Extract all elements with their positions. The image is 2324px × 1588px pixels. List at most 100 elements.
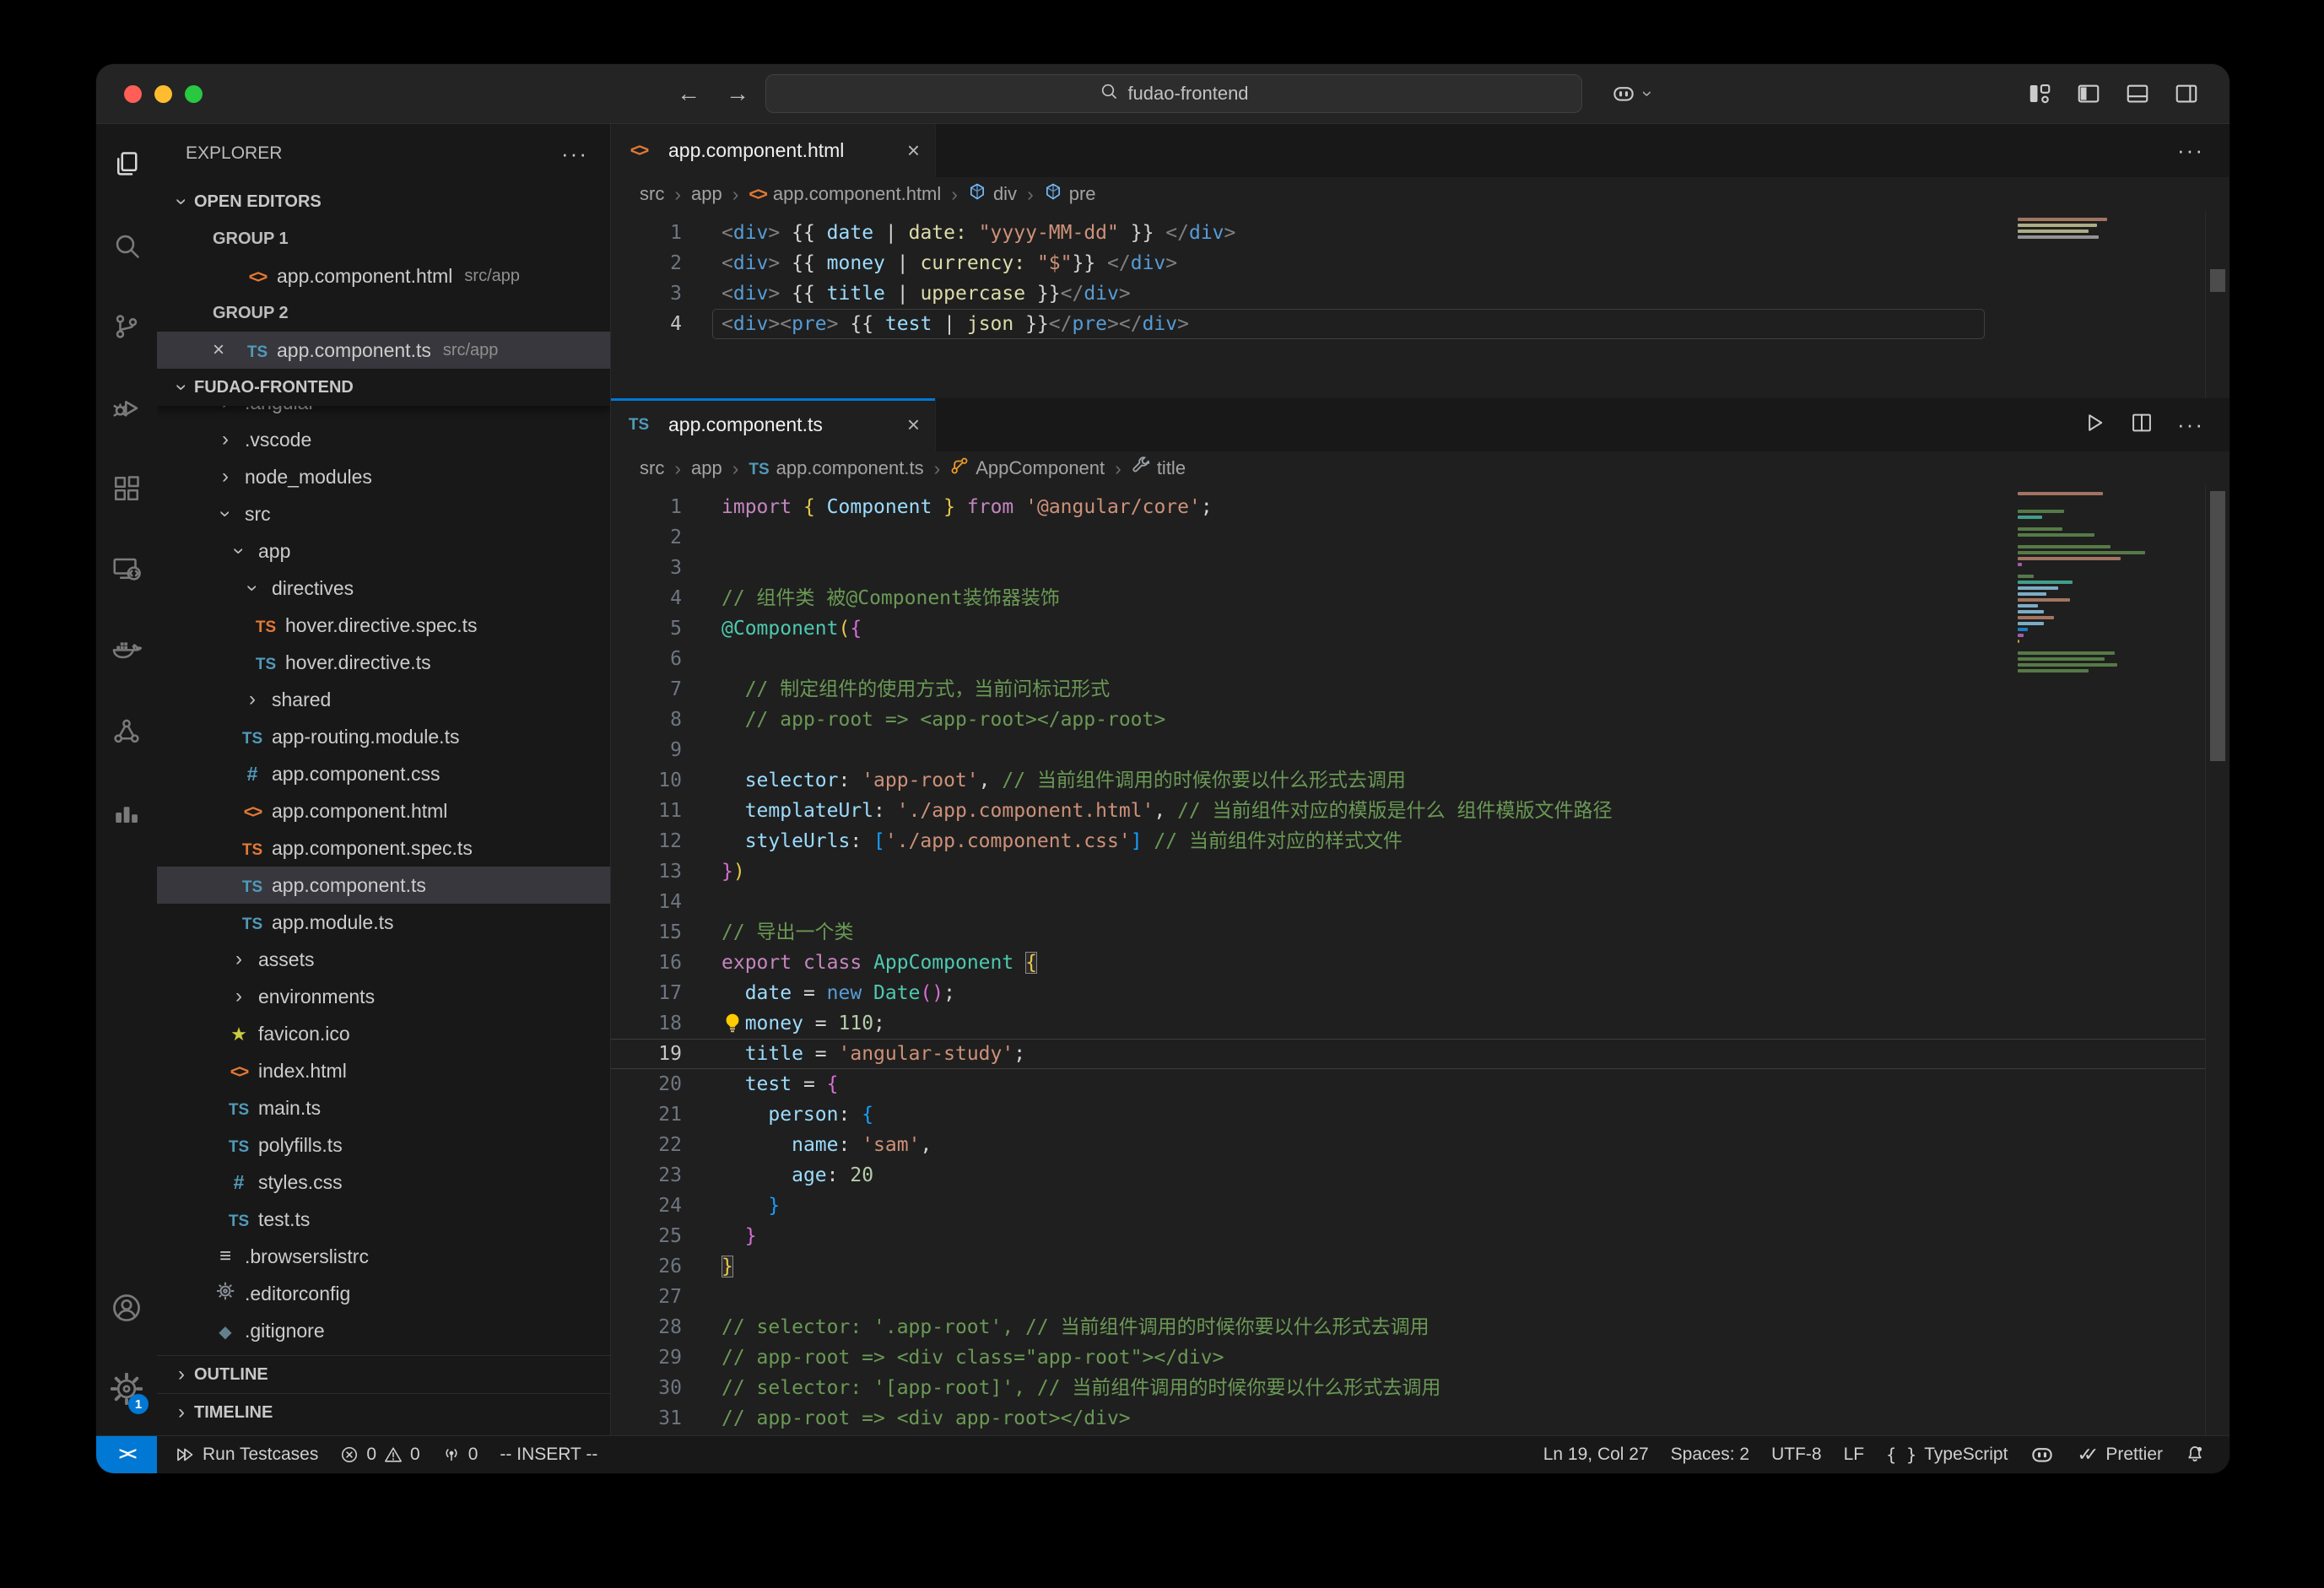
docker-icon[interactable]	[96, 610, 157, 691]
code-line-27[interactable]: 27	[611, 1282, 2229, 1312]
breadcrumb-item[interactable]: app	[691, 457, 722, 479]
tree-item-hover-directive-spec-ts[interactable]: TShover.directive.spec.ts	[157, 607, 610, 644]
tree-item-gitignore[interactable]: ◆.gitignore	[157, 1312, 610, 1349]
code-line-1[interactable]: 1<div> {{ date | date: "yyyy-MM-dd" }} <…	[611, 218, 2229, 248]
run-file-icon[interactable]	[2083, 411, 2106, 439]
code-line-19[interactable]: 19 title = 'angular-study';	[611, 1039, 2229, 1069]
customize-layout-icon[interactable]	[2027, 81, 2052, 106]
network-icon[interactable]	[96, 691, 157, 772]
breadcrumb-item[interactable]: TSapp.component.ts	[749, 457, 923, 479]
code-line-29[interactable]: 29// app-root => <div class="app-root"><…	[611, 1342, 2229, 1373]
code-line-13[interactable]: 13})	[611, 856, 2229, 887]
toggle-secondary-sidebar-icon[interactable]	[2174, 81, 2199, 106]
status-formatter[interactable]: ✓✓Prettier	[2066, 1436, 2174, 1473]
status-cursor-position[interactable]: Ln 19, Col 27	[1532, 1436, 1660, 1473]
close-tab-icon[interactable]: ×	[907, 138, 920, 164]
editor-more-actions[interactable]: ···	[2177, 412, 2204, 438]
status-eol[interactable]: LF	[1833, 1436, 1876, 1473]
code-line-26[interactable]: 26}	[611, 1251, 2229, 1282]
zoom-window-button[interactable]	[185, 85, 203, 103]
toggle-primary-sidebar-icon[interactable]	[2076, 81, 2101, 106]
tree-item-src[interactable]: ›src	[157, 495, 610, 532]
forward-arrow-icon[interactable]: →	[726, 80, 749, 107]
breadcrumb-item[interactable]: src	[640, 183, 664, 205]
tree-item-directives[interactable]: ›directives	[157, 570, 610, 607]
section-outline[interactable]: ›OUTLINE	[157, 1355, 610, 1393]
code-line-22[interactable]: 22 name: 'sam',	[611, 1130, 2229, 1160]
close-editor-icon[interactable]: ×	[213, 338, 245, 362]
tree-item-node-modules[interactable]: ›node_modules	[157, 458, 610, 495]
code-line-2[interactable]: 2<div> {{ money | currency: "$"}} </div>	[611, 248, 2229, 278]
section-timeline[interactable]: ›TIMELINE	[157, 1393, 610, 1431]
code-line-23[interactable]: 23 age: 20	[611, 1160, 2229, 1191]
tree-item-hover-directive-ts[interactable]: TShover.directive.ts	[157, 644, 610, 681]
run-debug-icon[interactable]	[96, 367, 157, 448]
tree-item-app-routing-module-ts[interactable]: TSapp-routing.module.ts	[157, 718, 610, 755]
code-editor-typescript[interactable]: 1import { Component } from '@angular/cor…	[611, 485, 2229, 1436]
back-arrow-icon[interactable]: ←	[677, 80, 700, 107]
code-line-4[interactable]: 4<div><pre> {{ test | json }}</pre></div…	[611, 309, 2229, 339]
code-line-20[interactable]: 20 test = {	[611, 1069, 2229, 1099]
status-language[interactable]: { }TypeScript	[1875, 1436, 2019, 1473]
toggle-panel-icon[interactable]	[2125, 81, 2150, 106]
remote-indicator[interactable]: ><	[96, 1436, 157, 1473]
code-line-31[interactable]: 31// app-root => <div app-root></div>	[611, 1403, 2229, 1434]
copilot-menu[interactable]: ›	[1611, 64, 1651, 123]
code-line-5[interactable]: 5@Component({	[611, 613, 2229, 644]
sidebar-more-actions[interactable]: ···	[561, 141, 588, 167]
tree-item-vscode[interactable]: ›.vscode	[157, 421, 610, 458]
code-line-8[interactable]: 8 // app-root => <app-root></app-root>	[611, 705, 2229, 735]
code-line-17[interactable]: 17 date = new Date();	[611, 978, 2229, 1008]
status-problems[interactable]: 00	[329, 1436, 430, 1473]
tree-item-test-ts[interactable]: TStest.ts	[157, 1201, 610, 1238]
project-root-header[interactable]: › FUDAO-FRONTEND	[157, 369, 610, 406]
tree-item-angular[interactable]: ›.angular	[157, 406, 610, 421]
tree-item-app-module-ts[interactable]: TSapp.module.ts	[157, 904, 610, 941]
minimize-window-button[interactable]	[154, 85, 172, 103]
explorer-icon[interactable]	[96, 124, 157, 205]
chart-icon[interactable]	[96, 772, 157, 853]
status-indentation[interactable]: Spaces: 2	[1660, 1436, 1760, 1473]
tree-item-app-component-css[interactable]: #app.component.css	[157, 755, 610, 792]
tree-item-index-html[interactable]: <>index.html	[157, 1052, 610, 1089]
status-ports[interactable]: 0	[431, 1436, 489, 1473]
breadcrumb-item[interactable]: app	[691, 183, 722, 205]
breadcrumb-item[interactable]: pre	[1044, 182, 1096, 206]
breadcrumb-item[interactable]: div	[968, 182, 1017, 206]
tree-item-assets[interactable]: ›assets	[157, 941, 610, 978]
remote-explorer-icon[interactable]	[96, 529, 157, 610]
code-line-1[interactable]: 1import { Component } from '@angular/cor…	[611, 492, 2229, 522]
code-line-25[interactable]: 25 }	[611, 1221, 2229, 1251]
status-encoding[interactable]: UTF-8	[1760, 1436, 1833, 1473]
tree-item-app[interactable]: ›app	[157, 532, 610, 570]
breadcrumb-top[interactable]: src›app›<>app.component.html›div›pre	[611, 177, 2229, 211]
code-line-6[interactable]: 6	[611, 644, 2229, 674]
open-editor-item[interactable]: ×TSapp.component.tssrc/app	[157, 332, 610, 369]
source-control-icon[interactable]	[96, 286, 157, 367]
tree-item-main-ts[interactable]: TSmain.ts	[157, 1089, 610, 1126]
code-line-21[interactable]: 21 person: {	[611, 1099, 2229, 1130]
code-line-12[interactable]: 12 styleUrls: ['./app.component.css'] //…	[611, 826, 2229, 856]
extensions-icon[interactable]	[96, 448, 157, 529]
tree-item-app-component-spec-ts[interactable]: TSapp.component.spec.ts	[157, 829, 610, 867]
tree-item-environments[interactable]: ›environments	[157, 978, 610, 1015]
tree-item-styles-css[interactable]: #styles.css	[157, 1164, 610, 1201]
code-line-3[interactable]: 3<div> {{ title | uppercase }}</div>	[611, 278, 2229, 309]
lightbulb-icon[interactable]	[722, 1013, 743, 1034]
breadcrumb-item[interactable]: AppComponent	[950, 456, 1105, 480]
code-line-4[interactable]: 4// 组件类 被@Component装饰器装饰	[611, 583, 2229, 613]
breadcrumb-item[interactable]: <>app.component.html	[749, 183, 941, 205]
close-window-button[interactable]	[124, 85, 142, 103]
code-line-15[interactable]: 15// 导出一个类	[611, 917, 2229, 948]
code-line-14[interactable]: 14	[611, 887, 2229, 917]
code-line-10[interactable]: 10 selector: 'app-root', // 当前组件调用的时候你要以…	[611, 765, 2229, 796]
settings-icon[interactable]: 1	[96, 1348, 157, 1429]
tree-item-polyfills-ts[interactable]: TSpolyfills.ts	[157, 1126, 610, 1164]
tree-item-editorconfig[interactable]: .editorconfig	[157, 1275, 610, 1312]
code-line-16[interactable]: 16export class AppComponent {	[611, 948, 2229, 978]
split-editor-icon[interactable]	[2130, 411, 2154, 439]
code-line-7[interactable]: 7 // 制定组件的使用方式，当前问标记形式	[611, 674, 2229, 705]
status-run-testcases[interactable]: Run Testcases	[164, 1436, 329, 1473]
status-copilot-status[interactable]	[2019, 1436, 2066, 1473]
open-editors-header[interactable]: › OPEN EDITORS	[157, 183, 610, 220]
